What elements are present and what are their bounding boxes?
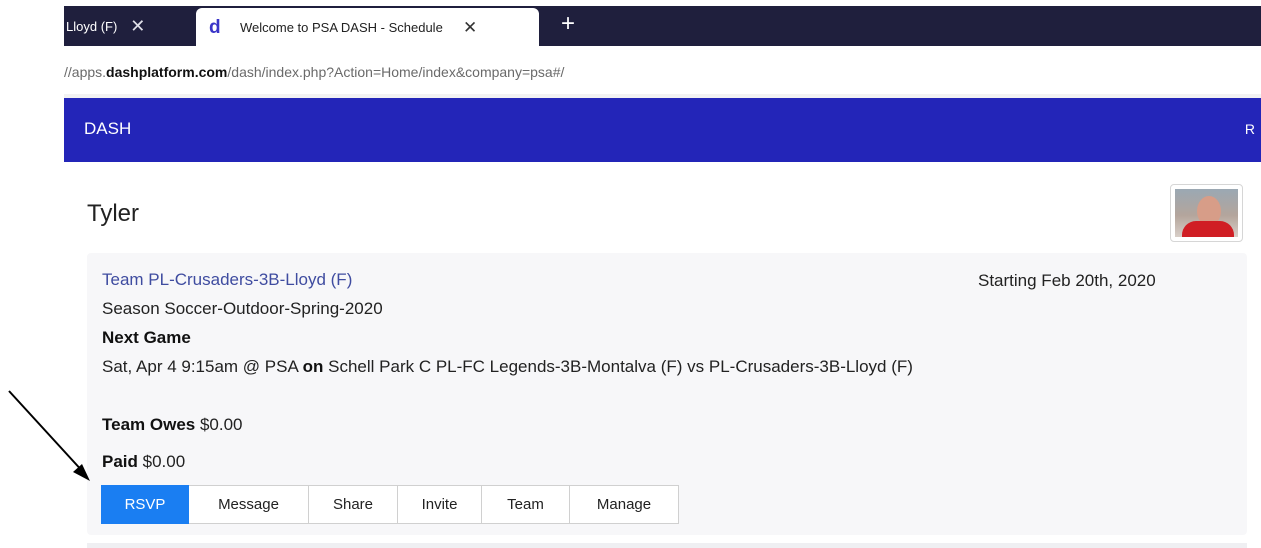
annotation-arrow-icon bbox=[8, 390, 90, 481]
